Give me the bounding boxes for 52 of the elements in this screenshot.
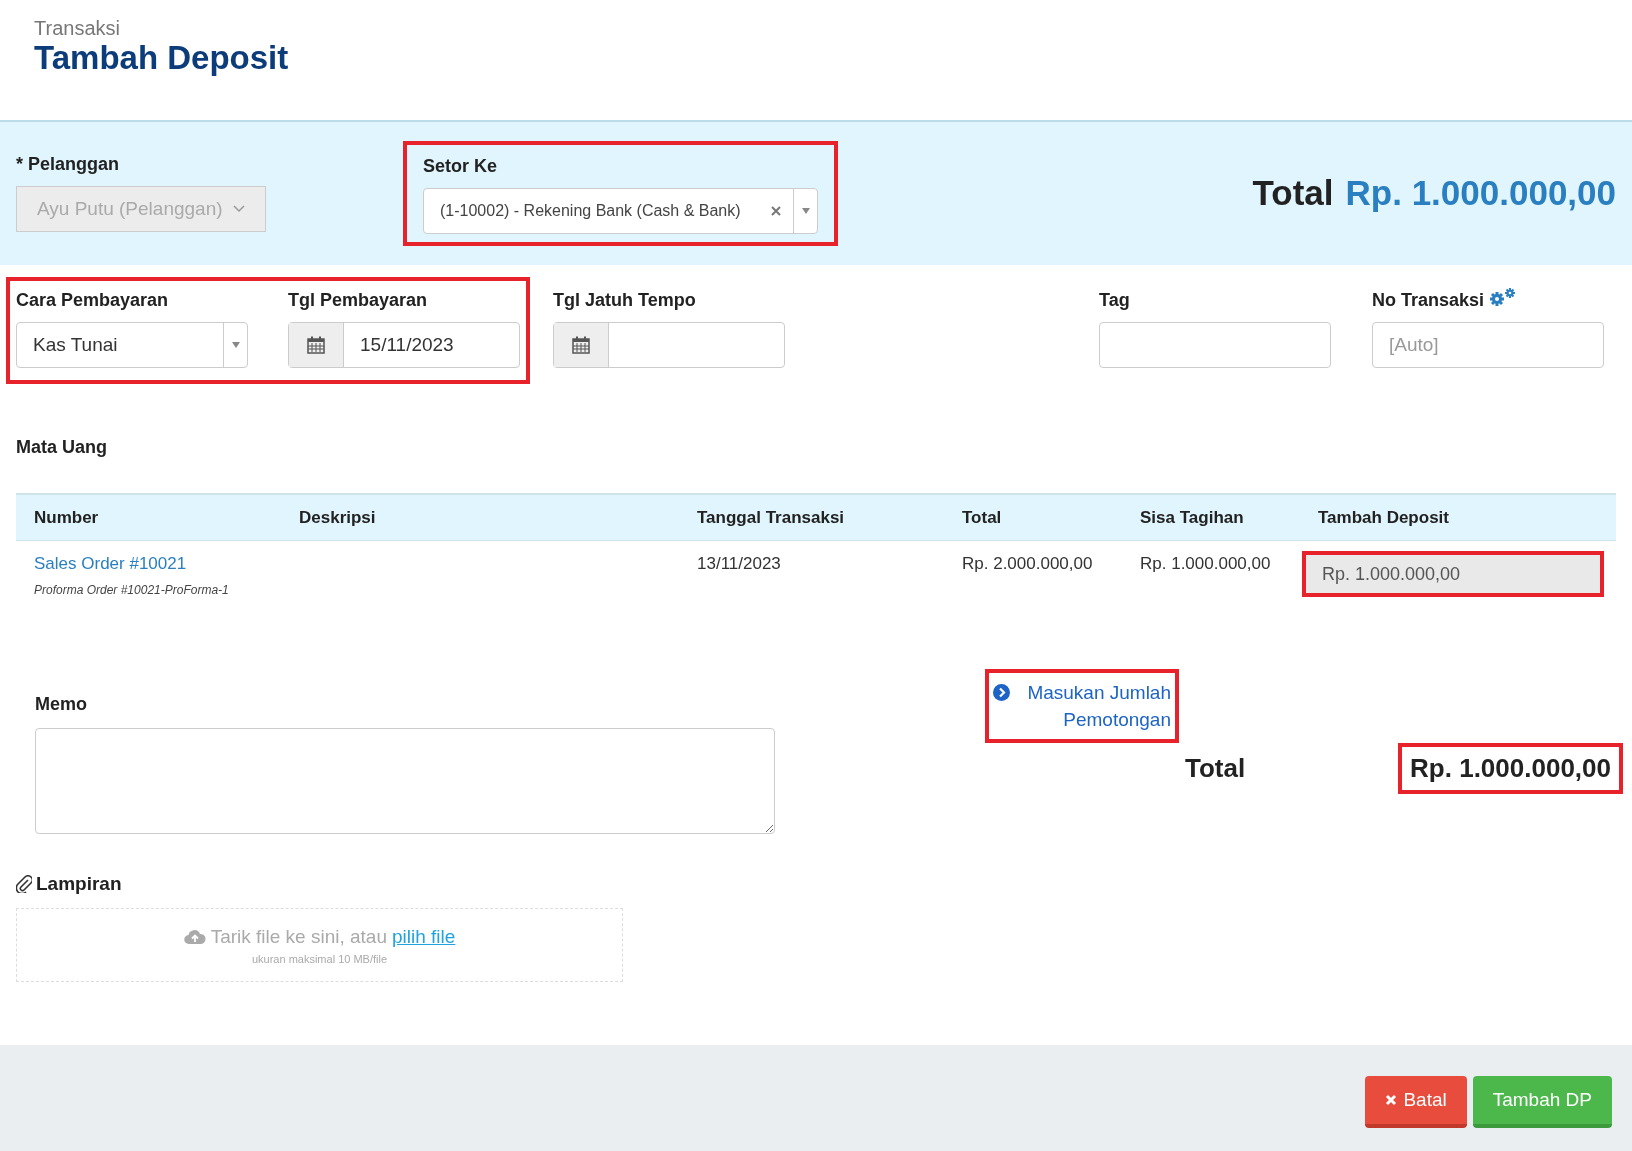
page-title: Tambah Deposit: [34, 40, 290, 76]
field-label: Tgl Jatuh Tempo: [553, 289, 696, 312]
caret-icon: [800, 207, 811, 215]
total-label: Total: [1252, 172, 1334, 215]
cloud-upload-icon: [183, 928, 206, 945]
field-label: Tag: [1099, 289, 1130, 312]
column-header: Tanggal Transaksi: [696, 506, 846, 529]
field-label: Lampiran: [36, 871, 122, 896]
table-cell-text: 13/11/2023: [696, 553, 782, 575]
total-amount: Rp. 1.000.000,00: [1410, 752, 1611, 783]
order-note: Proforma Order #10021-ProForma-1: [34, 581, 230, 599]
date-field[interactable]: [553, 322, 785, 368]
table-cell-text: Rp. 1.000.000,00: [1139, 553, 1272, 575]
field-label: Memo: [35, 692, 88, 716]
calendar-icon: [307, 336, 325, 354]
close-icon: [1385, 1094, 1398, 1106]
account-select[interactable]: (1-10002) - Rekening Bank (Cash & Bank): [423, 188, 818, 234]
submit-button[interactable]: Tambah DP: [1472, 1076, 1612, 1128]
field-label: Tgl Pembayaran: [288, 289, 428, 312]
clear-icon: [771, 206, 781, 216]
tag-field[interactable]: [1099, 322, 1331, 368]
deduction-link[interactable]: Masukan Jumlah Pemotongan: [993, 678, 1171, 733]
column-header: Sisa Tagihan: [1139, 506, 1245, 529]
chevron-down-icon: [233, 205, 245, 213]
calendar-icon: [572, 336, 590, 354]
section-label: Mata Uang: [15, 436, 108, 459]
column-header: Total: [961, 506, 1003, 529]
caret-icon: [230, 341, 241, 349]
pick-file-link[interactable]: pilih file: [392, 922, 456, 951]
table-cell-text: Rp. 2.000.000,00: [961, 553, 1094, 575]
column-header: Number: [33, 506, 100, 529]
paperclip-icon: [16, 874, 32, 893]
file-dropzone[interactable]: Tarik file ke sini, atau pilih file ukuran maksimal 10 MB/file: [16, 908, 623, 982]
dropzone-text: Tarik file ke sini, atau: [210, 924, 387, 949]
deposit-amount-field[interactable]: Rp. 1.000.000,00: [1306, 555, 1600, 593]
chevron-circle-icon: [993, 683, 1010, 701]
cancel-button[interactable]: Batal: [1365, 1076, 1467, 1128]
dropzone-hint: ukuran maksimal 10 MB/file: [251, 952, 388, 967]
date-field[interactable]: 15/11/2023: [288, 322, 520, 368]
order-link[interactable]: Sales Order #10021: [34, 551, 263, 577]
breadcrumb[interactable]: Transaksi: [34, 16, 1598, 40]
total-label: Total: [1185, 751, 1246, 785]
payment-method-select[interactable]: Kas Tunai: [16, 322, 248, 368]
field-label: No Transaksi: [1372, 289, 1485, 312]
field-label: Setor Ke: [423, 155, 499, 178]
total-amount: Rp. 1.000.000,00: [1345, 172, 1616, 215]
field-label: Cara Pembayaran: [16, 289, 169, 312]
memo-field[interactable]: [35, 727, 775, 834]
transaction-number-field[interactable]: [Auto]: [1372, 322, 1604, 368]
column-header: Tambah Deposit: [1317, 506, 1450, 529]
column-header: Deskripsi: [298, 506, 377, 529]
field-label: * Pelanggan: [16, 153, 121, 176]
